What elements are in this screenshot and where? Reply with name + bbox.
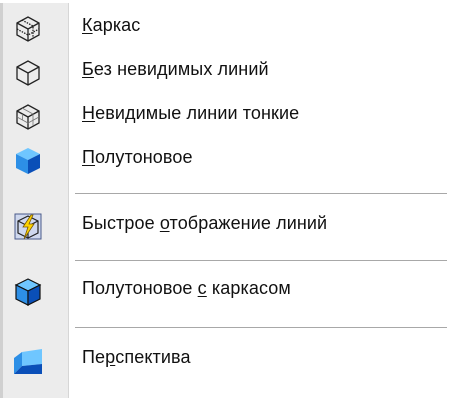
menu-item-no-hidden-lines[interactable]: Без невидимых линий [0,49,457,93]
menu-item-fast-line-display[interactable]: Быстрое отображение линий [0,203,457,247]
menu-item-shaded-with-wireframe[interactable]: Полутоновое с каркасом [0,268,457,312]
wireframe-cube-icon [12,12,44,44]
menu-item-wireframe[interactable]: Каркас [0,5,457,49]
menu-item-label: Невидимые линии тонкие [82,103,300,123]
menu-item-label: Полутоновое [82,147,193,167]
menu-item-thin-hidden-lines[interactable]: Невидимые линии тонкие [0,93,457,137]
menu-item-label: Каркас [82,15,141,35]
perspective-icon [12,344,44,376]
shaded-wireframe-cube-icon [12,275,44,307]
fast-line-display-icon [12,210,44,242]
menu-item-shaded[interactable]: Полутоновое [0,137,457,181]
menu-item-label: Без невидимых линий [82,59,269,79]
thin-hidden-lines-cube-icon [12,100,44,132]
menu-item-label: Полутоновое с каркасом [82,278,291,298]
menu-item-label: Перспектива [82,347,191,367]
menu-separator [75,327,447,329]
menu-item-perspective[interactable]: Перспектива [0,337,457,381]
view-mode-menu: Каркас Без невидимых линий Невидимые лин… [0,0,457,398]
menu-separator [75,193,447,195]
menu-item-label: Быстрое отображение линий [82,213,328,233]
hidden-lines-removed-cube-icon [12,56,44,88]
menu-separator [75,260,447,262]
shaded-cube-icon [12,144,44,176]
